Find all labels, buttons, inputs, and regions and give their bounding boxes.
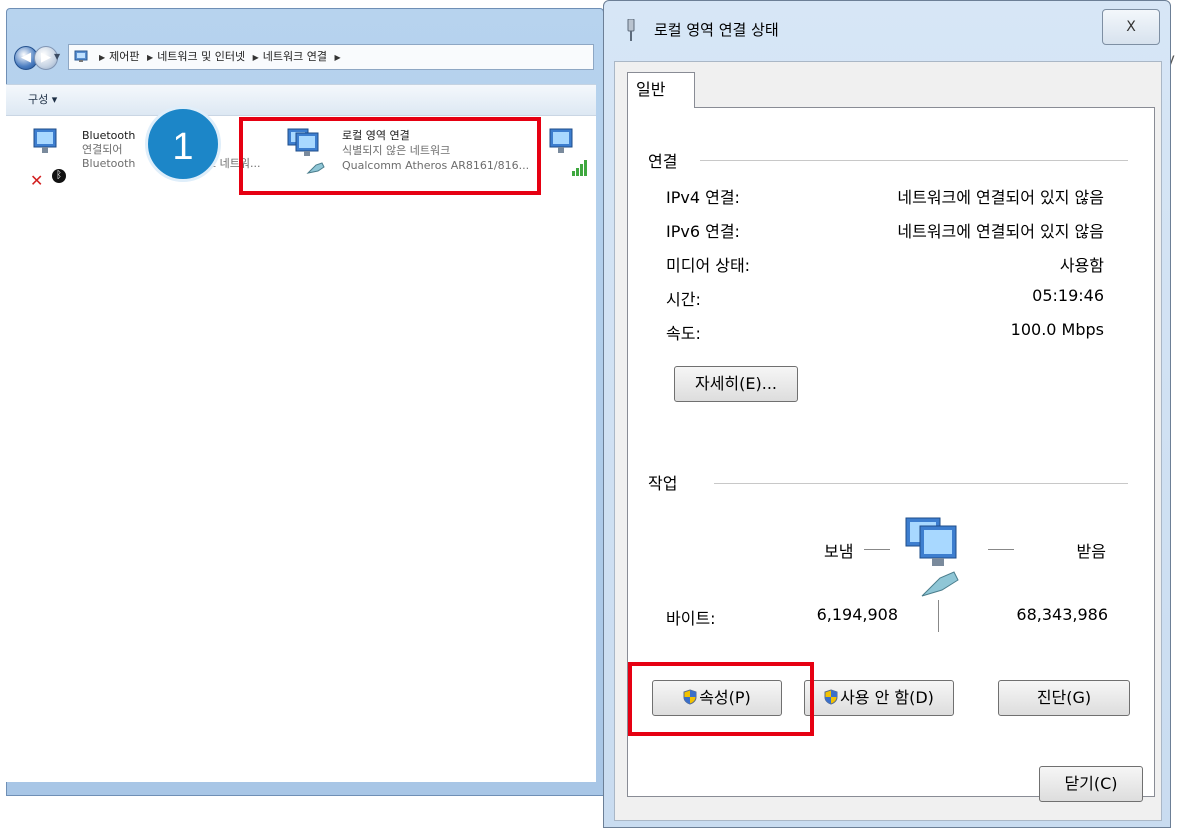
connection-name: Bluetooth [82, 129, 136, 142]
breadcrumb-item[interactable]: 네트워크 및 인터넷 [157, 50, 245, 63]
organize-menu[interactable]: 구성 ▾ [28, 91, 57, 107]
bytes-label: 바이트: [666, 609, 716, 628]
group-title-activity: 작업 [648, 474, 678, 493]
disconnected-x-icon: ✕ [30, 171, 44, 190]
highlight-box-properties [628, 662, 814, 736]
network-monitors-icon [33, 128, 57, 153]
step-badge: 1 [145, 106, 221, 182]
bluetooth-icon: ᛒ [52, 169, 66, 183]
group-divider [714, 483, 1128, 484]
breadcrumb-item[interactable]: 제어판 [109, 50, 139, 63]
tab-general[interactable]: 일반 [627, 72, 695, 108]
chevron-right-icon[interactable]: ▶ [335, 53, 341, 62]
breadcrumb-item[interactable]: 네트워크 연결 [263, 50, 327, 63]
bytes-divider [938, 600, 939, 632]
highlight-box-connection [239, 117, 541, 195]
sent-connector [864, 549, 890, 550]
diagnose-button[interactable]: 진단(G) [998, 680, 1130, 716]
details-button[interactable]: 자세히(E)... [674, 366, 798, 402]
group-divider [700, 160, 1128, 161]
disable-button-label: 사용 안 함(D) [840, 688, 934, 707]
chevron-right-icon: ▶ [252, 53, 259, 62]
bytes-sent-value: 6,194,908 [816, 605, 898, 624]
breadcrumb[interactable]: ▶ 제어판 ▶ 네트워크 및 인터넷 ▶ 네트워크 연결 ▶ [68, 44, 594, 70]
ipv6-label: IPv6 연결: [666, 222, 740, 241]
connections-list [6, 115, 596, 782]
network-cable-icon [627, 19, 635, 41]
chevron-right-icon: ▶ [147, 53, 154, 62]
sent-label: 보냄 [824, 542, 854, 561]
list-item-wireless[interactable] [548, 127, 592, 183]
chevron-right-icon: ▶ [99, 53, 106, 62]
control-panel-icon [74, 50, 88, 62]
network-activity-icon [905, 517, 959, 597]
duration-label: 시간: [666, 290, 701, 309]
history-dropdown-icon[interactable]: ▼ [54, 52, 60, 61]
ipv4-label: IPv4 연결: [666, 188, 740, 207]
media-state-label: 미디어 상태: [666, 256, 751, 275]
close-dialog-button[interactable]: 닫기(C) [1039, 766, 1143, 802]
ipv6-value: 네트워크에 연결되어 있지 않음 [897, 222, 1104, 241]
dialog-title: 로컬 영역 연결 상태 [654, 21, 779, 39]
duration-value: 05:19:46 [1032, 286, 1104, 305]
received-connector [988, 549, 1014, 550]
signal-bars-icon [572, 160, 587, 176]
close-button[interactable]: X [1102, 9, 1160, 45]
ipv4-value: 네트워크에 연결되어 있지 않음 [897, 188, 1104, 207]
group-title-connection: 연결 [648, 152, 678, 171]
connection-device: Bluetooth [82, 157, 136, 170]
disable-button[interactable]: 사용 안 함(D) [804, 680, 954, 716]
speed-label: 속도: [666, 324, 701, 343]
uac-shield-icon [824, 689, 838, 705]
bytes-received-value: 68,343,986 [1016, 605, 1108, 624]
command-bar: 구성 ▾ [6, 84, 596, 115]
media-state-value: 사용함 [1059, 256, 1104, 275]
connection-status: 연결되어 [82, 143, 123, 156]
received-label: 받음 [1076, 542, 1106, 561]
speed-value: 100.0 Mbps [1010, 320, 1104, 339]
address-bar: ◀ ▶ ▼ ▶ 제어판 ▶ 네트워크 및 인터넷 ▶ 네트워크 연결 ▶ [6, 44, 596, 80]
